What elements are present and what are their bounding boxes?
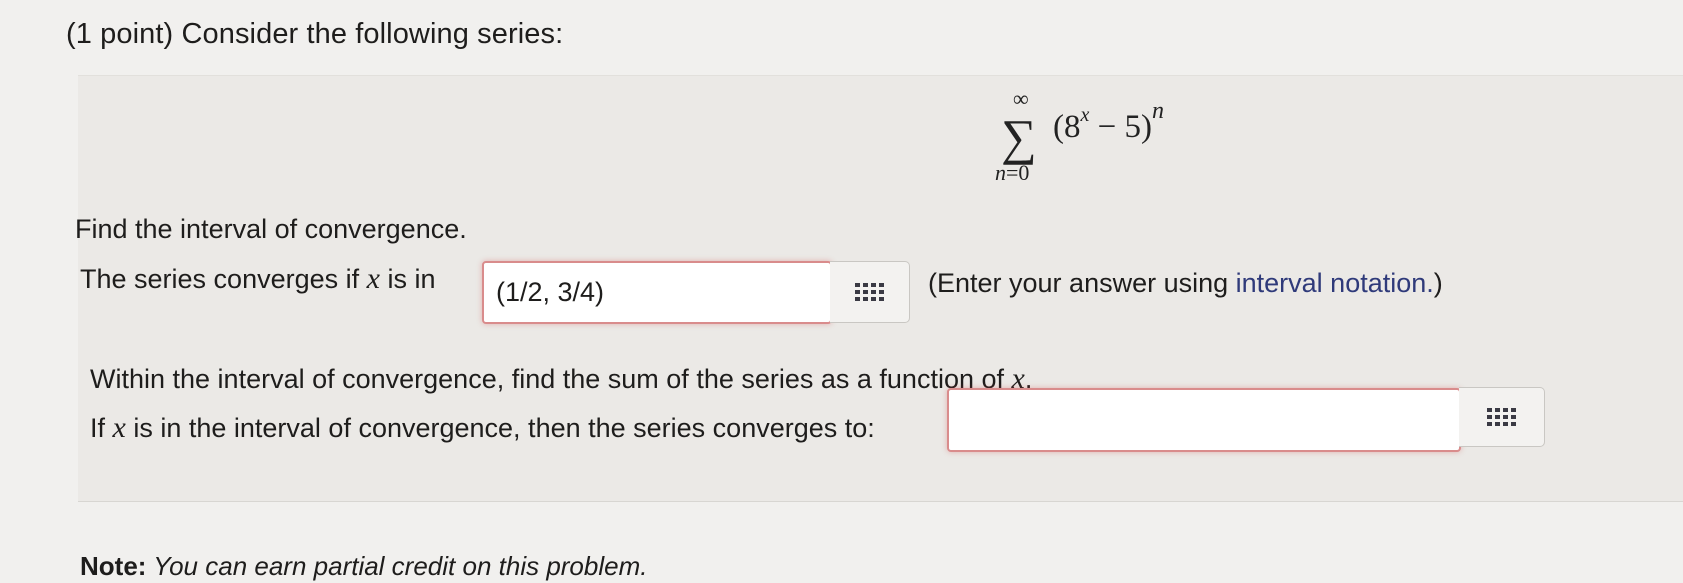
sum-equation-editor-button[interactable]	[1459, 387, 1545, 447]
part1-hint: (Enter your answer using interval notati…	[928, 268, 1443, 299]
term-exponent: x	[1080, 104, 1090, 126]
series-formula: ∞ ∑ n=0 (8x − 5)n	[995, 80, 1225, 190]
part1-prompt: The series converges if x is in	[80, 262, 435, 296]
series-term: (8x − 5)n	[1053, 98, 1164, 146]
part2-instruction-before: Within the interval of convergence, find…	[90, 364, 1012, 394]
lower-limit: n=0	[995, 160, 1029, 186]
part1-prompt-before: The series converges if	[80, 264, 367, 294]
partial-credit-note: Note: You can earn partial credit on thi…	[80, 551, 647, 582]
interval-equation-editor-button[interactable]	[830, 261, 910, 323]
grid-icon	[1487, 408, 1516, 426]
index-equals: =	[1006, 160, 1019, 185]
grid-icon	[855, 283, 884, 301]
part2-prompt-variable-x: x	[112, 411, 126, 444]
note-label: Note:	[80, 551, 147, 581]
term-power: n	[1152, 98, 1164, 124]
part1-instruction: Find the interval of convergence.	[75, 214, 467, 244]
interval-notation-link[interactable]: interval notation.	[1236, 268, 1434, 298]
part2-prompt: If x is in the interval of convergence, …	[90, 411, 875, 445]
hint-before: (Enter your answer using	[928, 268, 1236, 298]
interval-answer-input[interactable]	[482, 261, 832, 324]
part2-instruction: Within the interval of convergence, find…	[90, 362, 1032, 396]
term-base: (8	[1053, 109, 1081, 145]
hint-after: )	[1433, 268, 1443, 298]
note-text: You can earn partial credit on this prob…	[146, 551, 648, 581]
part1-variable-x: x	[366, 262, 380, 295]
sum-answer-input[interactable]	[947, 388, 1461, 452]
part2-prompt-after: is in the interval of convergence, then …	[125, 413, 875, 443]
term-rest: − 5)	[1089, 109, 1152, 145]
index-start: 0	[1018, 160, 1030, 185]
part2-prompt-before: If	[90, 413, 113, 443]
index-variable: n	[995, 160, 1006, 185]
part1-prompt-after: is in	[379, 264, 436, 294]
problem-header: (1 point) Consider the following series:	[66, 18, 564, 50]
sigma-symbol: ∑	[1001, 109, 1037, 165]
